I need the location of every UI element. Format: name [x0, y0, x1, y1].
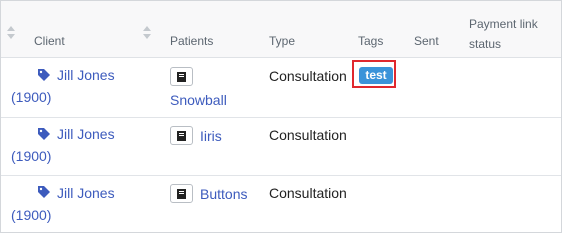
- column-header-payment-status[interactable]: Payment link status: [469, 14, 538, 54]
- sort-icon[interactable]: [7, 26, 15, 40]
- patient-card-button[interactable]: [170, 184, 193, 203]
- client-id: (1900): [11, 207, 52, 223]
- patient-card-icon: [177, 72, 186, 82]
- column-header-payment-status-line2: status: [469, 37, 502, 51]
- appointment-type: Consultation: [269, 185, 347, 201]
- patient-link[interactable]: Snowball: [170, 91, 227, 109]
- column-header-payment-status-line1: Payment link: [469, 17, 538, 31]
- column-header-tags[interactable]: Tags: [358, 34, 383, 48]
- client-id: (1900): [11, 148, 52, 164]
- client-link[interactable]: Jill Jones (1900): [11, 182, 154, 226]
- patient-card-button[interactable]: [170, 67, 193, 86]
- client-name: Jill Jones: [57, 185, 115, 201]
- sort-icon[interactable]: [143, 26, 151, 40]
- patient-link[interactable]: Buttons: [200, 185, 247, 203]
- column-header-client[interactable]: Client: [34, 34, 65, 48]
- patient-card-button[interactable]: [170, 126, 193, 145]
- table-header: Client Patients Type Tags Sent Payment l…: [1, 1, 561, 58]
- client-name: Jill Jones: [57, 67, 115, 83]
- column-header-sent[interactable]: Sent: [414, 34, 439, 48]
- client-link[interactable]: Jill Jones (1900): [11, 123, 154, 167]
- client-link[interactable]: Jill Jones (1900): [11, 64, 154, 108]
- appointment-type: Consultation: [269, 127, 347, 143]
- patient-card-icon: [177, 131, 186, 141]
- column-header-patients[interactable]: Patients: [170, 34, 213, 48]
- column-header-type[interactable]: Type: [269, 34, 295, 48]
- highlight-box: [352, 60, 396, 88]
- appointment-type: Consultation: [269, 68, 347, 84]
- appointments-table: Client Patients Type Tags Sent Payment l…: [0, 0, 562, 233]
- client-name: Jill Jones: [57, 126, 115, 142]
- client-id: (1900): [11, 89, 52, 105]
- patient-card-icon: [177, 189, 186, 199]
- patient-link[interactable]: Iiris: [200, 127, 222, 145]
